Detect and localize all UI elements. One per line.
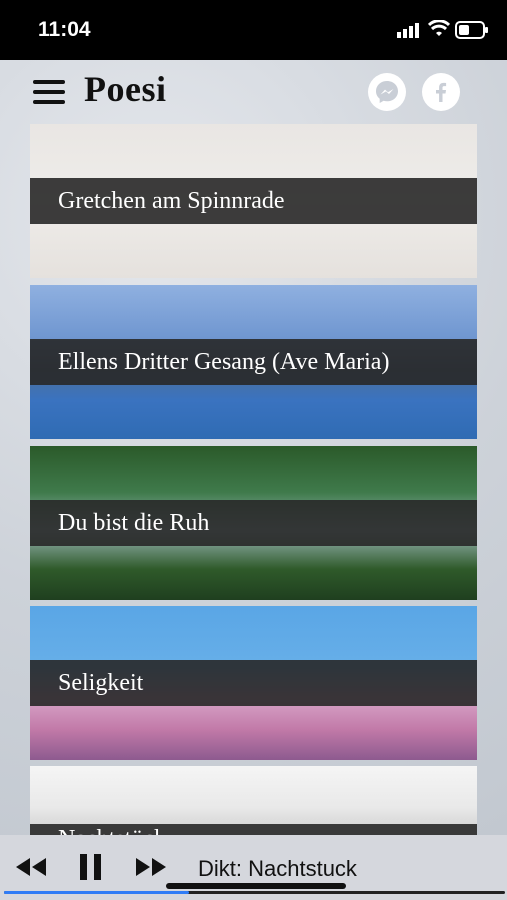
status-time: 11:04 [38, 18, 91, 41]
status-bar: 11:04 [0, 0, 507, 60]
battery-icon [455, 21, 488, 39]
playback-progress-bar[interactable] [4, 891, 505, 894]
hamburger-menu-icon[interactable] [33, 80, 65, 104]
fast-forward-icon[interactable] [134, 856, 168, 883]
now-playing-title: Dikt: Nachtstuck [198, 856, 357, 881]
wifi-icon [428, 20, 450, 36]
poem-card[interactable]: Gretchen am Spinnrade [30, 124, 477, 278]
poem-title: Nachtstück [30, 824, 477, 835]
rewind-icon[interactable] [14, 856, 48, 883]
home-indicator [166, 883, 346, 889]
poem-title: Du bist die Ruh [30, 500, 477, 546]
pause-icon[interactable] [78, 852, 104, 887]
app-title: Poesi [84, 69, 167, 109]
facebook-icon[interactable] [422, 73, 460, 111]
poem-card[interactable]: Ellens Dritter Gesang (Ave Maria) [30, 285, 477, 439]
poem-card[interactable]: Nachtstück [30, 766, 477, 835]
poem-title: Ellens Dritter Gesang (Ave Maria) [30, 339, 477, 385]
poem-title: Gretchen am Spinnrade [30, 178, 477, 224]
poem-card[interactable]: Du bist die Ruh [30, 446, 477, 600]
messenger-icon[interactable] [368, 73, 406, 111]
playback-progress-fill [4, 891, 190, 894]
signal-icon [397, 23, 419, 38]
poem-title: Seligkeit [30, 660, 477, 706]
poem-card[interactable]: Seligkeit [30, 606, 477, 760]
